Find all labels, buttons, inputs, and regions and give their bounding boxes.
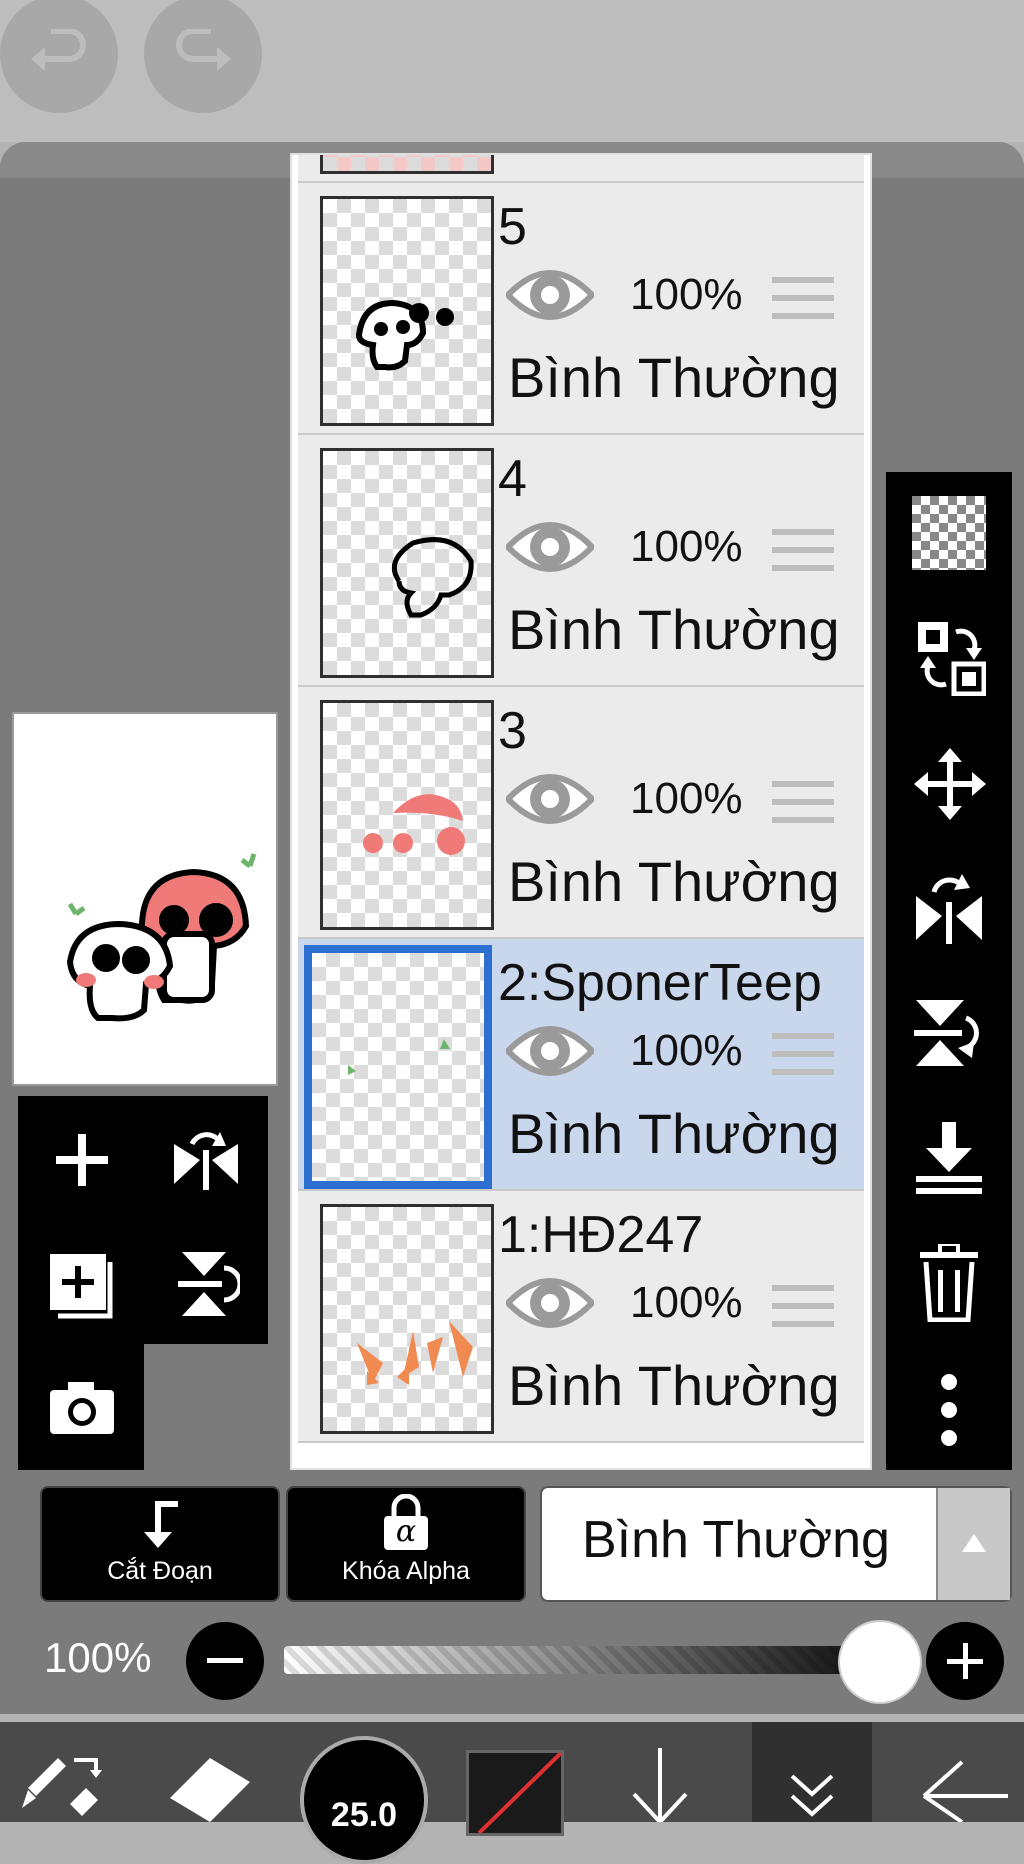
drag-handle-icon[interactable] [772,1033,834,1087]
flip-vertical-icon[interactable] [176,1248,240,1320]
layer-thumbnail[interactable] [304,945,492,1189]
flip-horizontal-icon[interactable] [170,1130,242,1192]
more-icon[interactable] [938,1372,960,1448]
alpha-lock-button[interactable]: α Khóa Alpha [286,1486,526,1602]
clipping-button[interactable]: Cắt Đoạn [40,1486,280,1602]
trash-icon[interactable] [918,1244,980,1322]
layer-opacity: 100% [630,1278,743,1327]
layer-thumbnail[interactable] [320,196,494,426]
transparent-bg-icon[interactable] [912,496,986,570]
layer-thumbnail [320,155,494,174]
drag-handle-icon[interactable] [772,529,834,583]
eye-visibility-icon[interactable] [506,265,594,325]
clipping-arrow-icon [144,1501,178,1548]
layer-blend-mode: Bình Thường [508,850,840,913]
color-swatch[interactable] [466,1750,564,1836]
layer-name: 5 [498,198,527,256]
undo-icon [31,29,86,71]
opacity-slider-knob[interactable] [840,1622,920,1702]
eye-visibility-icon[interactable] [506,517,594,577]
eye-visibility-icon[interactable] [506,1021,594,1081]
layer-row[interactable]: 5 100% Bình Thường [298,183,864,435]
eye-visibility-icon[interactable] [506,1273,594,1333]
layer-blend-mode: Bình Thường [508,1102,840,1165]
layer-blend-mode: Bình Thường [508,1354,840,1417]
duplicate-layer-icon[interactable] [48,1252,118,1322]
layer-row[interactable]: 1:HĐ247 100% Bình Thường [298,1191,864,1443]
alpha-lock-label: Khóa Alpha [342,1557,470,1585]
layer-thumbnail[interactable] [320,1204,494,1434]
canvas-preview [12,712,278,1086]
add-layer-icon[interactable] [54,1132,110,1188]
plus-icon [947,1643,983,1679]
brush-size-button[interactable]: 25.0 [300,1736,428,1864]
move-icon[interactable] [914,748,986,820]
swap-layer-icon[interactable] [916,620,986,696]
opacity-slider[interactable] [284,1646,904,1674]
redo-button[interactable] [144,0,262,113]
mushroom-illustration [66,853,257,1022]
arrow-down-icon[interactable] [630,1748,690,1822]
clipping-label: Cắt Đoạn [107,1557,213,1585]
flip-horizontal-icon[interactable] [912,866,986,946]
layer-row[interactable]: 4 100% Bình Thường [298,435,864,687]
layer-name: 1:HĐ247 [498,1206,704,1264]
flip-vertical-icon[interactable] [912,996,986,1070]
layer-thumbnail[interactable] [320,700,494,930]
camera-icon[interactable] [48,1380,116,1436]
chevron-double-down-icon[interactable] [788,1772,836,1822]
blend-mode-value: Bình Thường [582,1511,890,1569]
triangle-up-icon [962,1534,986,1552]
layer-row-partial[interactable] [298,155,864,183]
eraser-icon[interactable] [164,1752,256,1822]
alpha-symbol: α [395,1514,417,1549]
layer-row[interactable]: 3 100% Bình Thường [298,687,864,939]
layer-opacity: 100% [630,1026,743,1075]
brush-size-value: 25.0 [330,1796,398,1834]
blend-mode-select[interactable]: Bình Thường [540,1486,1012,1602]
layer-panel: 5 100% Bình Thường 4 100% Bình Thường 3 … [290,153,872,1470]
layer-blend-mode: Bình Thường [508,346,840,409]
brush-swap-icon[interactable] [18,1748,104,1822]
layer-opacity: 100% [630,522,743,571]
back-arrow-icon[interactable] [918,1752,1008,1822]
eye-visibility-icon[interactable] [506,769,594,829]
blend-mode-dropdown-arrow[interactable] [936,1488,1010,1600]
redo-icon [176,29,231,71]
opacity-label: 100% [44,1634,152,1681]
opacity-increase-button[interactable] [926,1622,1004,1700]
layer-row[interactable]: 2:SponerTeep 100% Bình Thường [298,939,864,1191]
undo-button[interactable] [0,0,118,113]
layer-name: 3 [498,702,527,760]
layer-thumbnail[interactable] [320,448,494,678]
drag-handle-icon[interactable] [772,781,834,835]
drag-handle-icon[interactable] [772,1285,834,1339]
layer-opacity: 100% [630,270,743,319]
layer-name: 2:SponerTeep [498,954,822,1012]
opacity-decrease-button[interactable] [186,1622,264,1700]
drag-handle-icon[interactable] [772,277,834,331]
layer-blend-mode: Bình Thường [508,598,840,661]
minus-icon [207,1658,243,1663]
layer-name: 4 [498,450,527,508]
layer-opacity: 100% [630,774,743,823]
color-swatch-icon [477,1753,561,1833]
merge-down-icon[interactable] [912,1120,986,1196]
